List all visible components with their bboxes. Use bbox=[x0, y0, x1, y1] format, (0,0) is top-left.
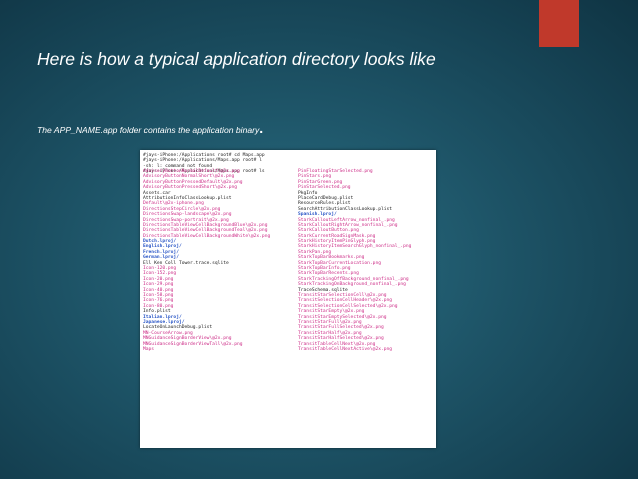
slide-title: Here is how a typical application direct… bbox=[37, 49, 436, 69]
bullet-text-body: The APP_NAME.app folder contains the app… bbox=[37, 125, 260, 135]
accent-bar bbox=[539, 0, 579, 47]
terminal-listing-left: AdvisoryButtonNormalDefault\@2x.png Advis… bbox=[143, 169, 293, 352]
bullet-text-period: . bbox=[259, 120, 264, 136]
terminal-command-line: #jays-iPhone:/Applications/Maps.app root… bbox=[143, 158, 262, 164]
bullet-text: The APP_NAME.app folder contains the app… bbox=[37, 120, 517, 136]
terminal-listing-right: PinFloatingStarSelected.png PinStars.png P… bbox=[298, 169, 434, 352]
directory-entry: Maps bbox=[143, 346, 155, 352]
terminal-screenshot: #jays-iPhone:/Applications root# cd Maps… bbox=[140, 150, 436, 448]
directory-entry: TransitTableCellNextActive\@2x.png bbox=[298, 346, 393, 352]
